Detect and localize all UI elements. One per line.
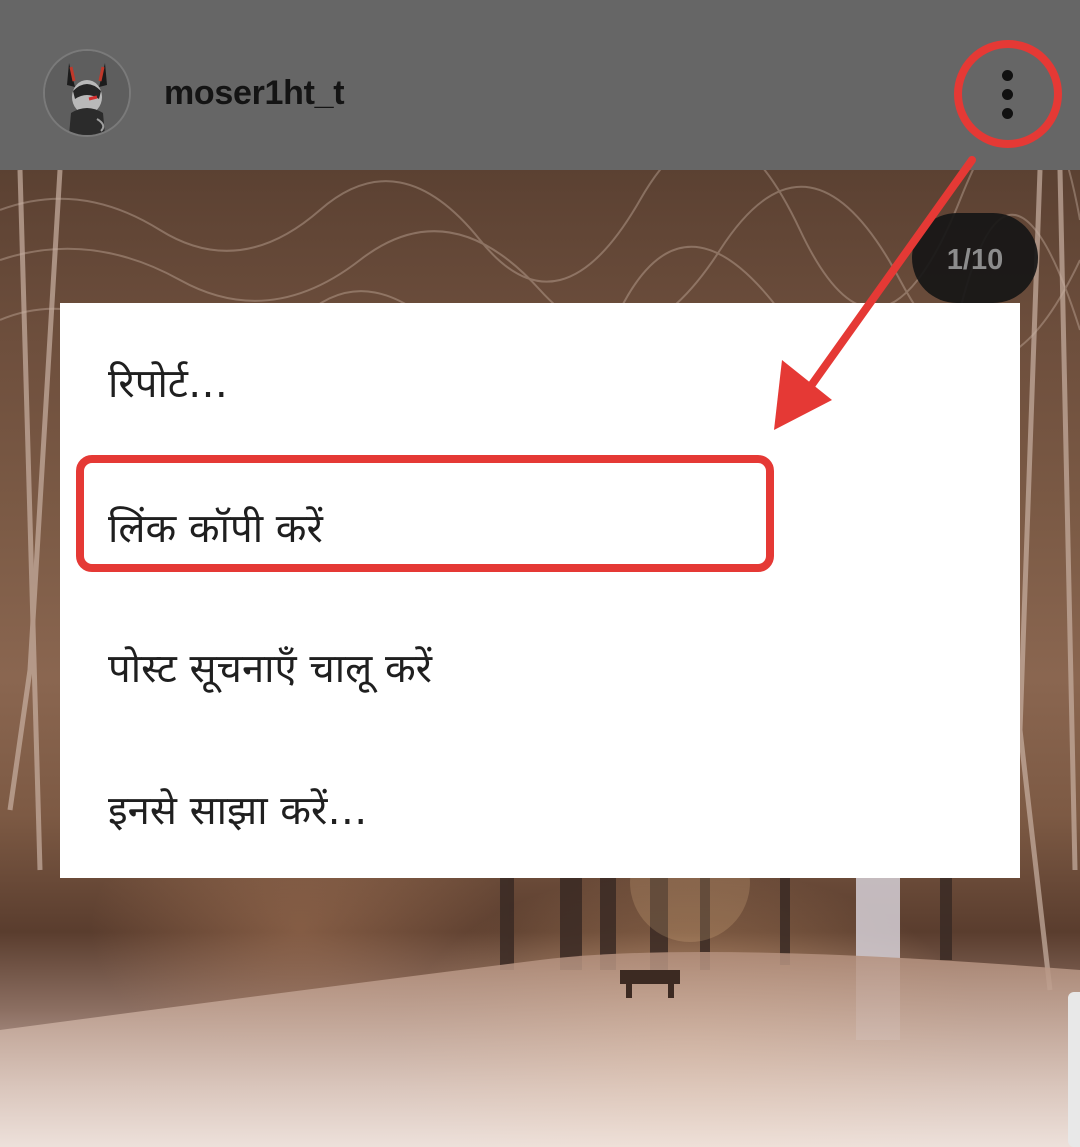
- scrollbar-thumb[interactable]: [1068, 992, 1080, 1147]
- annotation-arrow: [774, 156, 976, 430]
